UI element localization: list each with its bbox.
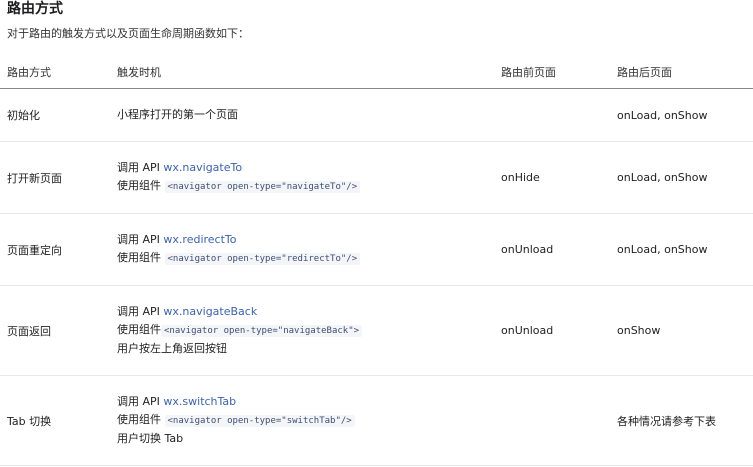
- cell-before-page: onHide: [501, 141, 617, 214]
- cell-trigger: 小程序打开的第一个页面: [117, 88, 501, 142]
- trigger-line: 用户切换 Tab: [117, 430, 501, 448]
- cell-before-page: onUnload: [501, 213, 617, 286]
- table-row: 页面返回 调用 API wx.navigateBack 使用组件 <navigator…: [0, 285, 753, 376]
- trigger-prefix: 调用 API: [117, 233, 164, 246]
- api-link[interactable]: wx.redirectTo: [163, 233, 236, 246]
- cell-method: Tab 切换: [0, 375, 117, 466]
- section-heading: 路由方式: [7, 1, 63, 17]
- col-header-after: 路由后页面: [617, 55, 753, 89]
- api-link[interactable]: wx.navigateTo: [163, 161, 242, 174]
- trigger-prefix: 调用 API: [117, 395, 164, 408]
- trigger-line: 调用 API wx.navigateTo: [117, 159, 501, 177]
- trigger-prefix: 使用组件: [117, 413, 165, 426]
- trigger-prefix: 使用组件: [117, 323, 161, 336]
- cell-before-page: [501, 88, 617, 142]
- trigger-line: 用户按左上角返回按钮: [117, 340, 501, 358]
- intro-text: 对于路由的触发方式以及页面生命周期函数如下：: [7, 27, 249, 40]
- trigger-prefix: 调用 API: [117, 305, 164, 318]
- api-link[interactable]: wx.navigateBack: [163, 305, 257, 318]
- trigger-line: 使用组件 <navigator open-type="redirectTo"/>: [117, 249, 501, 268]
- cell-method: 页面返回: [0, 285, 117, 376]
- trigger-line: 调用 API wx.switchTab: [117, 393, 501, 411]
- cell-trigger: 调用 API wx.redirectTo 使用组件 <navigator open…: [117, 213, 501, 286]
- trigger-prefix: 调用 API: [117, 161, 164, 174]
- cell-trigger: 调用 API wx.switchTab 使用组件 <navigator open-…: [117, 375, 501, 466]
- col-header-trigger: 触发时机: [117, 55, 501, 89]
- cell-before-page: [501, 375, 617, 466]
- col-header-before: 路由前页面: [501, 55, 617, 89]
- component-code: <navigator open-type="switchTab"/>: [164, 415, 355, 427]
- component-code: <navigator open-type="redirectTo"/>: [164, 253, 361, 265]
- cell-trigger: 调用 API wx.navigateTo 使用组件 <navigator open…: [117, 141, 501, 214]
- cell-before-page: onUnload: [501, 285, 617, 376]
- table-header-row: 路由方式 触发时机 路由前页面 路由后页面: [0, 55, 753, 89]
- table-body: 初始化 小程序打开的第一个页面 onLoad, onShow 打开新页面 调用 API …: [0, 88, 753, 466]
- table-row: Tab 切换 调用 API wx.switchTab 使用组件 <navigator…: [0, 375, 753, 466]
- trigger-text: 用户切换 Tab: [117, 432, 184, 445]
- trigger-line: 调用 API wx.redirectTo: [117, 231, 501, 249]
- trigger-line: 使用组件 <navigator open-type="switchTab"/>: [117, 411, 501, 430]
- trigger-line: 使用组件 <navigator open-type="navigateBack">: [117, 321, 501, 340]
- component-code: <navigator open-type="navigateBack">: [161, 325, 363, 337]
- cell-after-page: onLoad, onShow: [617, 213, 753, 286]
- table-row: 打开新页面 调用 API wx.navigateTo 使用组件 <navigator…: [0, 141, 753, 214]
- trigger-text: 小程序打开的第一个页面: [117, 108, 238, 121]
- cell-after-page: onLoad, onShow: [617, 141, 753, 214]
- page: 路由方式 对于路由的触发方式以及页面生命周期函数如下： 路由方式 触发时机 路由…: [0, 0, 753, 467]
- component-code: <navigator open-type="navigateTo"/>: [164, 181, 361, 193]
- route-table: 路由方式 触发时机 路由前页面 路由后页面 初始化 小程序打开的第一个页面 onLo…: [0, 55, 753, 466]
- cell-trigger: 调用 API wx.navigateBack 使用组件 <navigator ope…: [117, 285, 501, 376]
- table-row: 初始化 小程序打开的第一个页面 onLoad, onShow: [0, 88, 753, 142]
- cell-after-page: onShow: [617, 285, 753, 376]
- api-link[interactable]: wx.switchTab: [163, 395, 236, 408]
- cell-after-page: onLoad, onShow: [617, 88, 753, 142]
- cell-method: 初始化: [0, 88, 117, 142]
- cell-after-page: 各种情况请参考下表: [617, 375, 753, 466]
- cell-method: 打开新页面: [0, 141, 117, 214]
- table-row: 页面重定向 调用 API wx.redirectTo 使用组件 <navigator…: [0, 213, 753, 286]
- trigger-line: 小程序打开的第一个页面: [117, 106, 501, 124]
- trigger-text: 用户按左上角返回按钮: [117, 342, 227, 355]
- col-header-method: 路由方式: [0, 55, 117, 89]
- cell-method: 页面重定向: [0, 213, 117, 286]
- trigger-line: 调用 API wx.navigateBack: [117, 303, 501, 321]
- trigger-prefix: 使用组件: [117, 179, 165, 192]
- trigger-prefix: 使用组件: [117, 251, 165, 264]
- trigger-line: 使用组件 <navigator open-type="navigateTo"/>: [117, 177, 501, 196]
